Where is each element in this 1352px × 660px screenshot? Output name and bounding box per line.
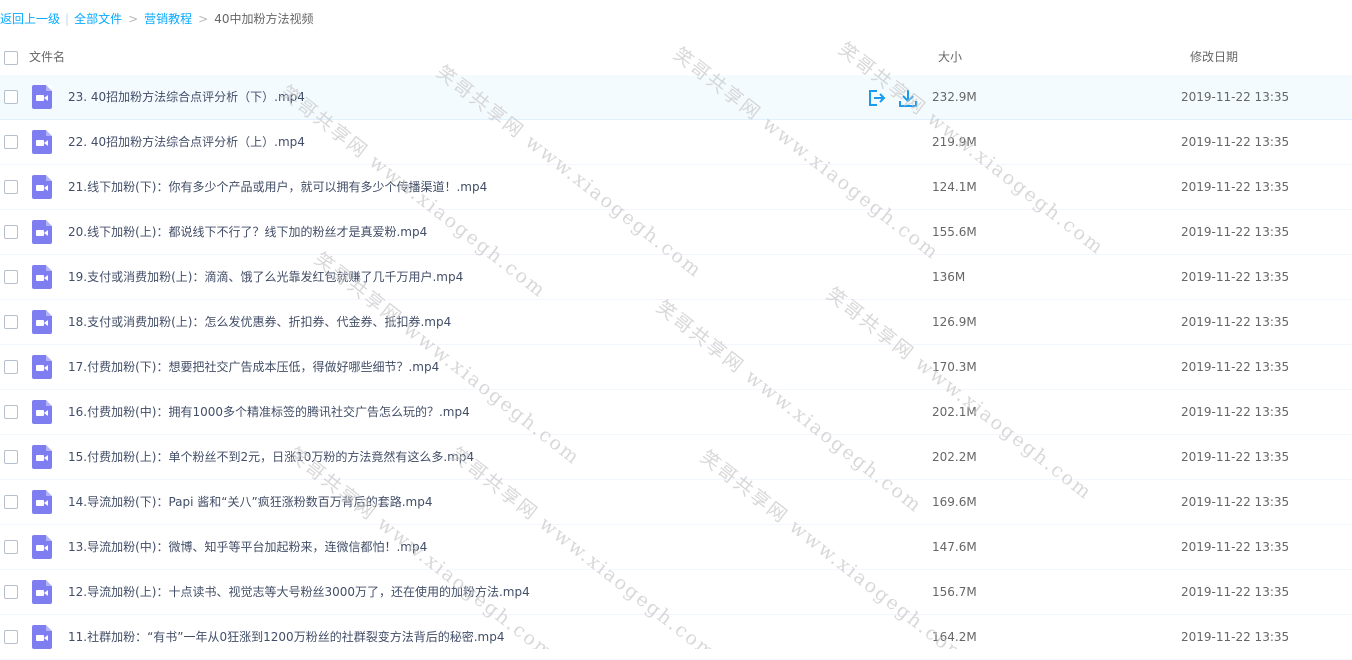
row-checkbox[interactable] <box>4 225 18 239</box>
file-size: 156.7M <box>932 585 977 599</box>
file-size: 126.9M <box>932 315 977 329</box>
file-name[interactable]: 15.付费加粉(上)：单个粉丝不到2元，日涨10万粉的方法竟然有这么多.mp4 <box>68 435 474 479</box>
file-row[interactable]: 18.支付或消费加粉(上)：怎么发优惠券、折扣券、代金券、抵扣券.mp4 126.… <box>0 300 1352 345</box>
file-date: 2019-11-22 13:35 <box>1181 225 1290 239</box>
row-checkbox[interactable] <box>4 540 18 554</box>
file-name[interactable]: 21.线下加粉(下)：你有多少个产品或用户，就可以拥有多少个传播渠道！.mp4 <box>68 165 487 209</box>
breadcrumb-arrow-icon: > <box>128 12 139 26</box>
row-checkbox[interactable] <box>4 90 18 104</box>
breadcrumb-all-files[interactable]: 全部文件 <box>74 12 122 26</box>
file-date: 2019-11-22 13:35 <box>1181 450 1290 464</box>
file-row[interactable]: 12.导流加粉(上)：十点读书、视觉志等大号粉丝3000万了，还在使用的加粉方法… <box>0 570 1352 615</box>
file-size: 219.9M <box>932 135 977 149</box>
download-icon[interactable] <box>898 88 918 108</box>
file-name[interactable]: 18.支付或消费加粉(上)：怎么发优惠券、折扣券、代金券、抵扣券.mp4 <box>68 300 451 344</box>
file-date: 2019-11-22 13:35 <box>1181 495 1290 509</box>
file-size: 170.3M <box>932 360 977 374</box>
row-checkbox[interactable] <box>4 495 18 509</box>
file-name[interactable]: 22. 40招加粉方法综合点评分析（上）.mp4 <box>68 120 305 164</box>
file-size: 155.6M <box>932 225 977 239</box>
file-row[interactable]: 16.付费加粉(中)：拥有1000多个精准标签的腾讯社交广告怎么玩的？.mp4 2… <box>0 390 1352 435</box>
file-row[interactable]: 22. 40招加粉方法综合点评分析（上）.mp4 219.9M 2019-11-22… <box>0 120 1352 165</box>
file-name[interactable]: 12.导流加粉(上)：十点读书、视觉志等大号粉丝3000万了，还在使用的加粉方法… <box>68 570 530 614</box>
row-checkbox[interactable] <box>4 360 18 374</box>
breadcrumb-divider: | <box>65 12 70 26</box>
row-checkbox[interactable] <box>4 450 18 464</box>
file-date: 2019-11-22 13:35 <box>1181 630 1290 644</box>
breadcrumb-arrow-icon: > <box>198 12 209 26</box>
share-icon[interactable] <box>866 88 886 108</box>
file-date: 2019-11-22 13:35 <box>1181 270 1290 284</box>
row-checkbox[interactable] <box>4 180 18 194</box>
file-name[interactable]: 14.导流加粉(下)：Papi 酱和“关八”疯狂涨粉数百万背后的套路.mp4 <box>68 480 432 524</box>
row-checkbox[interactable] <box>4 135 18 149</box>
breadcrumb: 返回上一级 | 全部文件 > 营销教程 >40中加粉方法视频 <box>0 8 314 30</box>
file-row[interactable]: 17.付费加粉(下)：想要把社交广告成本压低，得做好哪些细节？.mp4 170.3… <box>0 345 1352 390</box>
file-size: 147.6M <box>932 540 977 554</box>
file-name[interactable]: 17.付费加粉(下)：想要把社交广告成本压低，得做好哪些细节？.mp4 <box>68 345 439 389</box>
file-row[interactable]: 21.线下加粉(下)：你有多少个产品或用户，就可以拥有多少个传播渠道！.mp4 1… <box>0 165 1352 210</box>
file-size: 164.2M <box>932 630 977 644</box>
file-date: 2019-11-22 13:35 <box>1181 585 1290 599</box>
row-checkbox[interactable] <box>4 315 18 329</box>
video-file-icon <box>32 490 52 514</box>
column-header-size[interactable]: 大小 <box>938 40 962 75</box>
row-checkbox[interactable] <box>4 270 18 284</box>
video-file-icon <box>32 130 52 154</box>
video-file-icon <box>32 535 52 559</box>
video-file-icon <box>32 310 52 334</box>
file-date: 2019-11-22 13:35 <box>1181 180 1290 194</box>
file-size: 202.2M <box>932 450 977 464</box>
file-name[interactable]: 20.线下加粉(上)：都说线下不行了？线下加的粉丝才是真爱粉.mp4 <box>68 210 427 254</box>
file-row[interactable]: 14.导流加粉(下)：Papi 酱和“关八”疯狂涨粉数百万背后的套路.mp4 16… <box>0 480 1352 525</box>
select-all-checkbox[interactable] <box>4 51 18 65</box>
file-name[interactable]: 16.付费加粉(中)：拥有1000多个精准标签的腾讯社交广告怎么玩的？.mp4 <box>68 390 470 434</box>
file-date: 2019-11-22 13:35 <box>1181 360 1290 374</box>
breadcrumb-folder[interactable]: 营销教程 <box>144 12 192 26</box>
column-header-date[interactable]: 修改日期 <box>1190 40 1238 75</box>
video-file-icon <box>32 265 52 289</box>
breadcrumb-current: 40中加粉方法视频 <box>214 12 314 26</box>
file-list-header: 文件名 大小 修改日期 <box>0 40 1352 76</box>
video-file-icon <box>32 220 52 244</box>
file-row[interactable]: 11.社群加粉：“有书”一年从0狂涨到1200万粉丝的社群裂变方法背后的秘密.m… <box>0 615 1352 660</box>
file-size: 169.6M <box>932 495 977 509</box>
file-row[interactable]: 15.付费加粉(上)：单个粉丝不到2元，日涨10万粉的方法竟然有这么多.mp4 2… <box>0 435 1352 480</box>
file-size: 136M <box>932 270 966 284</box>
file-row[interactable]: 23. 40招加粉方法综合点评分析（下）.mp4 232.9M 2019-11-22… <box>0 75 1352 120</box>
video-file-icon <box>32 445 52 469</box>
column-header-name[interactable]: 文件名 <box>29 40 65 75</box>
file-name[interactable]: 11.社群加粉：“有书”一年从0狂涨到1200万粉丝的社群裂变方法背后的秘密.m… <box>68 615 504 659</box>
file-name[interactable]: 13.导流加粉(中)：微博、知乎等平台加起粉来，连微信都怕！.mp4 <box>68 525 427 569</box>
file-date: 2019-11-22 13:35 <box>1181 405 1290 419</box>
file-row[interactable]: 19.支付或消费加粉(上)：滴滴、饿了么光靠发红包就赚了几千万用户.mp4 136… <box>0 255 1352 300</box>
video-file-icon <box>32 400 52 424</box>
file-row[interactable]: 20.线下加粉(上)：都说线下不行了？线下加的粉丝才是真爱粉.mp4 155.6M… <box>0 210 1352 255</box>
row-checkbox[interactable] <box>4 585 18 599</box>
file-size: 232.9M <box>932 90 977 104</box>
file-name[interactable]: 23. 40招加粉方法综合点评分析（下）.mp4 <box>68 75 305 119</box>
file-date: 2019-11-22 13:35 <box>1181 315 1290 329</box>
file-name[interactable]: 19.支付或消费加粉(上)：滴滴、饿了么光靠发红包就赚了几千万用户.mp4 <box>68 255 463 299</box>
row-checkbox[interactable] <box>4 405 18 419</box>
file-size: 202.1M <box>932 405 977 419</box>
video-file-icon <box>32 580 52 604</box>
file-row[interactable]: 13.导流加粉(中)：微博、知乎等平台加起粉来，连微信都怕！.mp4 147.6M… <box>0 525 1352 570</box>
file-date: 2019-11-22 13:35 <box>1181 135 1290 149</box>
row-checkbox[interactable] <box>4 630 18 644</box>
file-date: 2019-11-22 13:35 <box>1181 90 1290 104</box>
video-file-icon <box>32 355 52 379</box>
file-size: 124.1M <box>932 180 977 194</box>
file-date: 2019-11-22 13:35 <box>1181 540 1290 554</box>
video-file-icon <box>32 625 52 649</box>
video-file-icon <box>32 85 52 109</box>
video-file-icon <box>32 175 52 199</box>
back-link[interactable]: 返回上一级 <box>0 12 60 26</box>
file-list: 23. 40招加粉方法综合点评分析（下）.mp4 232.9M 2019-11-22… <box>0 75 1352 660</box>
